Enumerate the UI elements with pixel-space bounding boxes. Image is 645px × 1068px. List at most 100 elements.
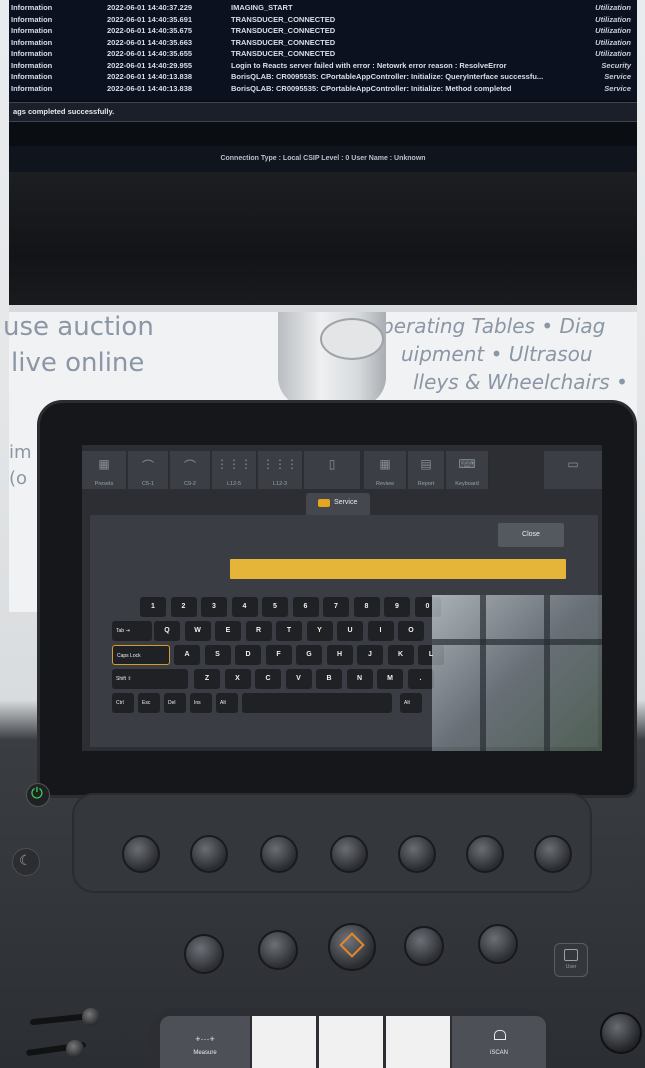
window-reflection (432, 595, 602, 751)
rotary-knob-5[interactable] (398, 835, 436, 873)
key-shift[interactable]: Shift ⇧ (112, 669, 188, 689)
key-j[interactable]: J (357, 645, 383, 665)
key-period[interactable]: . (407, 669, 434, 689)
key-a[interactable]: A (174, 645, 200, 665)
key-t[interactable]: T (276, 621, 302, 641)
toolbar-item-keyboard[interactable]: ⌨ Keyboard (446, 451, 489, 489)
status-message: ags completed successfully. (13, 107, 115, 116)
control-button-4[interactable] (478, 924, 518, 964)
key-i[interactable]: I (367, 621, 394, 641)
log-row[interactable]: Information 2022-06-01 14:40:13.838 BorisQ… (9, 71, 637, 83)
toolbar-item-l12-3[interactable]: ⋮⋮⋮ L12-3 (258, 451, 303, 489)
rotary-knob-3[interactable] (260, 835, 298, 873)
rotary-knob-1[interactable] (122, 835, 160, 873)
key-9[interactable]: 9 (384, 597, 410, 617)
log-message: TRANSDUCER_CONNECTED (231, 26, 336, 35)
toolbar-item-review[interactable]: ▦ Review (364, 451, 407, 489)
key-alt[interactable]: Alt (400, 693, 422, 713)
key-ins[interactable]: Ins (190, 693, 212, 713)
key-z[interactable]: Z (194, 669, 220, 689)
log-row[interactable]: Information 2022-06-01 14:40:35.675 TRANSD… (9, 25, 637, 37)
log-row[interactable]: Information 2022-06-01 14:40:29.955 Login … (9, 60, 637, 72)
key-b[interactable]: B (316, 669, 342, 689)
key-h[interactable]: H (326, 645, 353, 665)
key-alt[interactable]: Alt (216, 693, 238, 713)
key-1[interactable]: 1 (140, 597, 166, 617)
service-password-input[interactable] (230, 559, 566, 579)
iscan-label: iSCAN (489, 1050, 508, 1056)
toolbar-item-report[interactable]: ▤ Report (408, 451, 445, 489)
key-del[interactable]: Del (164, 693, 186, 713)
key-x[interactable]: X (224, 669, 251, 689)
softkey-1[interactable] (252, 1016, 316, 1068)
rotary-knob-4[interactable] (330, 835, 368, 873)
status-bar: ags completed successfully. (9, 102, 637, 122)
key-m[interactable]: M (377, 669, 403, 689)
key-2[interactable]: 2 (170, 597, 197, 617)
tab-service[interactable]: Service (306, 493, 370, 515)
log-level: Information (11, 37, 53, 47)
iscan-button[interactable]: iSCAN (452, 1016, 546, 1068)
key-c[interactable]: C (255, 669, 281, 689)
key-s[interactable]: S (204, 645, 231, 665)
softkey-2[interactable] (319, 1016, 383, 1068)
softkey-3[interactable] (386, 1016, 450, 1068)
key-n[interactable]: N (346, 669, 373, 689)
toolbar-item-blank-5[interactable]: ▯ (304, 451, 361, 489)
log-category: Utilization (595, 26, 631, 35)
log-row[interactable]: Information 2022-06-01 14:40:37.229 IMAGIN… (9, 2, 637, 14)
control-button-1[interactable] (184, 934, 224, 974)
key-d[interactable]: D (235, 645, 261, 665)
key-tab[interactable]: Tab ⇥ (112, 621, 152, 641)
log-category: Utilization (595, 49, 631, 58)
standby-button[interactable]: ☾ (12, 848, 40, 876)
key-e[interactable]: E (215, 621, 241, 641)
toolbar-item-blank-9[interactable]: ▭ (544, 451, 602, 489)
rotary-knob-2[interactable] (190, 835, 228, 873)
key-7[interactable]: 7 (323, 597, 349, 617)
control-button-2[interactable] (258, 930, 298, 970)
key-8[interactable]: 8 (353, 597, 380, 617)
log-row[interactable]: Information 2022-06-01 14:40:35.691 TRANSD… (9, 14, 637, 26)
side-rotary-knob[interactable] (600, 1012, 642, 1054)
key-5[interactable]: 5 (262, 597, 288, 617)
key-ctrl[interactable]: Ctrl (112, 693, 134, 713)
key-3[interactable]: 3 (201, 597, 227, 617)
log-category: Security (601, 60, 631, 70)
tgc-slider-2-knob[interactable] (66, 1040, 84, 1058)
key-q[interactable]: Q (154, 621, 180, 641)
close-button[interactable]: Close (498, 523, 564, 547)
key-k[interactable]: K (387, 645, 414, 665)
user-button[interactable]: User (554, 943, 588, 977)
log-time: 2022-06-01 14:40:35.675 (107, 26, 193, 35)
key-w[interactable]: W (184, 621, 211, 641)
toolbar-item-presets[interactable]: ▦ Presets (82, 451, 127, 489)
rotary-knob-6[interactable] (466, 835, 504, 873)
rotary-knob-7[interactable] (534, 835, 572, 873)
key-esc[interactable]: Esc (138, 693, 160, 713)
key-y[interactable]: Y (306, 621, 333, 641)
key-space[interactable] (242, 693, 392, 713)
key-v[interactable]: V (285, 669, 312, 689)
service-tab-label: Service (334, 499, 358, 506)
log-row[interactable]: Information 2022-06-01 14:40:13.838 BorisQ… (9, 83, 637, 95)
user-icon (564, 949, 578, 961)
log-row[interactable]: Information 2022-06-01 14:40:35.655 TRANSD… (9, 48, 637, 60)
key-r[interactable]: R (245, 621, 272, 641)
key-6[interactable]: 6 (292, 597, 319, 617)
toolbar-item-l12-5[interactable]: ⋮⋮⋮ L12-5 (212, 451, 257, 489)
measure-button[interactable]: +···+ Measure (160, 1016, 250, 1068)
toolbar-item-c9-2[interactable]: ⌒ C9-2 (170, 451, 211, 489)
key-u[interactable]: U (337, 621, 363, 641)
key-4[interactable]: 4 (231, 597, 258, 617)
freeze-button[interactable] (328, 923, 376, 971)
tgc-slider-1-knob[interactable] (82, 1008, 100, 1026)
control-button-3[interactable] (404, 926, 444, 966)
key-g[interactable]: G (296, 645, 322, 665)
key-o[interactable]: O (398, 621, 424, 641)
toolbar-item-c5-1[interactable]: ⌒ C5-1 (128, 451, 169, 489)
key-f[interactable]: F (265, 645, 292, 665)
power-button[interactable]: ⏻ (26, 783, 50, 807)
log-row[interactable]: Information 2022-06-01 14:40:35.663 TRANSD… (9, 37, 637, 49)
key-caps-lock[interactable]: Caps Lock (112, 645, 170, 665)
